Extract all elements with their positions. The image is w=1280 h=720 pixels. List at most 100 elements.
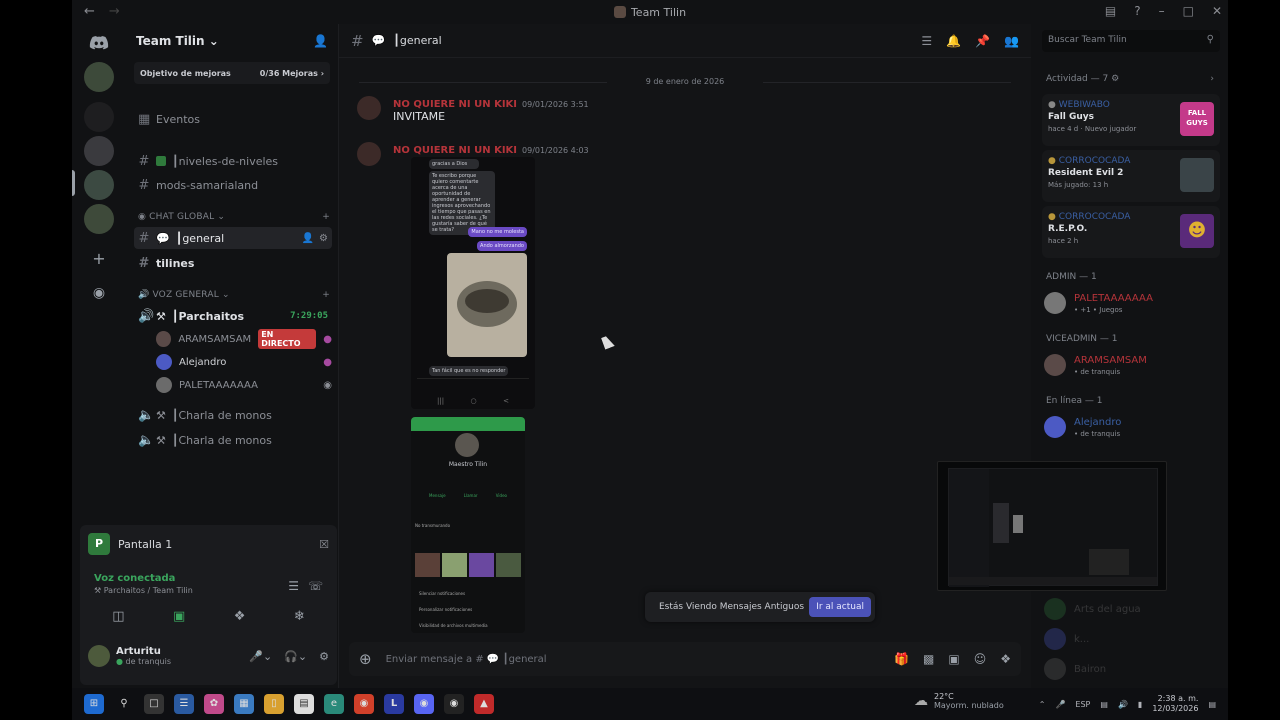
member-offline-1[interactable]: Arts del agua: [1044, 592, 1141, 626]
member-aramsamsam[interactable]: ARAMSAMSAM • de tranquis: [1044, 348, 1147, 382]
file-explorer-icon[interactable]: ▯: [264, 694, 284, 714]
close-icon[interactable]: ✕: [1212, 4, 1222, 18]
network-icon[interactable]: ▤: [1100, 700, 1108, 709]
jump-to-present-button[interactable]: Ir al actual: [809, 597, 871, 617]
server-avatar-team-tilin[interactable]: [84, 204, 114, 234]
threads-icon[interactable]: ☰: [921, 34, 932, 48]
add-server-icon[interactable]: +: [84, 244, 114, 274]
app-icon-red[interactable]: ▲: [474, 694, 494, 714]
gear-icon[interactable]: ⚙: [319, 650, 329, 663]
channel-niveles[interactable]: # ┃niveles-de-niveles: [134, 150, 332, 172]
obs-icon[interactable]: ◉: [444, 694, 464, 714]
server-avatar-2[interactable]: [84, 102, 114, 132]
windows-start-icon[interactable]: ⊞: [84, 694, 104, 714]
minimize-icon[interactable]: –: [1159, 4, 1165, 18]
category-chat-global[interactable]: ◉ CHAT GLOBAL ⌄ +: [138, 212, 330, 222]
voice-channel-parchaitos[interactable]: 🔊 ⚒ ┃Parchaitos 7:29:05: [134, 305, 332, 327]
camera-off-icon[interactable]: ◫: [112, 609, 124, 624]
battery-icon[interactable]: ▮: [1138, 700, 1142, 709]
server-header[interactable]: Team Tilin ⌄ 👤: [126, 24, 338, 58]
app-icon-1[interactable]: ☰: [174, 694, 194, 714]
activities-icon[interactable]: ❖: [234, 609, 246, 624]
app-icon-l[interactable]: L: [384, 694, 404, 714]
microphone-icon[interactable]: 🎤⌄: [249, 650, 272, 663]
close-icon[interactable]: ☒: [319, 538, 329, 551]
server-avatar-1[interactable]: [84, 62, 114, 92]
screen-share-preview[interactable]: [937, 461, 1167, 591]
clock[interactable]: 2:38 a. m. 12/03/2026: [1152, 694, 1198, 714]
noise-suppression-icon[interactable]: ☰: [288, 579, 299, 593]
pin-icon[interactable]: 📌: [975, 34, 990, 48]
channel-mods[interactable]: # mods-samarialand: [134, 174, 332, 196]
sticker-icon[interactable]: ▣: [948, 652, 959, 666]
gift-icon[interactable]: 🎁: [894, 652, 909, 666]
gif-icon[interactable]: ▩: [923, 652, 934, 666]
search-input[interactable]: Buscar Team Tilin ⚲: [1042, 30, 1220, 52]
activity-card-1[interactable]: ● WEBIWABO Fall Guys hace 4 d · Nuevo ju…: [1042, 94, 1220, 146]
weather-widget[interactable]: ☁ 22°C Mayorm. nublado: [914, 692, 1004, 710]
member-offline-3[interactable]: Bairon: [1044, 652, 1106, 686]
server-avatar-4[interactable]: [84, 170, 114, 200]
events-item[interactable]: ▦ Eventos: [134, 108, 332, 130]
bell-icon[interactable]: 🔔: [946, 34, 961, 48]
members-icon[interactable]: 👥: [1004, 34, 1019, 48]
voice-user-paleta[interactable]: PALETAAAAAAA ◉: [156, 375, 332, 395]
emoji-icon[interactable]: ☺: [974, 652, 987, 666]
activity-card-2[interactable]: ● CORROCOCADA Resident Evil 2 Más jugado…: [1042, 150, 1220, 202]
invite-icon[interactable]: 👤: [302, 233, 314, 244]
search-icon[interactable]: ⚲: [114, 694, 134, 714]
chevron-right-icon[interactable]: ›: [1210, 74, 1214, 84]
attachment-screenshot-contact[interactable]: Maestro Tilin Mensaje Llamar Video No tran…: [411, 417, 525, 633]
member-alejandro[interactable]: Alejandro • de tranquis: [1044, 410, 1121, 444]
voice-user-alejandro[interactable]: Alejandro ●: [156, 352, 332, 372]
voice-user-aramsamsam[interactable]: ARAMSAMSAM EN DIRECTO ●: [156, 329, 332, 349]
task-view-icon[interactable]: □: [144, 694, 164, 714]
screen-share-card[interactable]: P Pantalla 1 ☒: [88, 533, 329, 555]
hashtag-icon: #: [138, 177, 150, 193]
disconnect-icon[interactable]: ☏: [308, 579, 323, 593]
message-composer[interactable]: ⊕ Enviar mensaje a # 💬 ┃general 🎁 ▩ ▣ ☺ …: [349, 642, 1021, 676]
user-area[interactable]: Arturitu ● de tranquis 🎤⌄ 🎧⌄ ⚙: [88, 645, 329, 667]
help-icon[interactable]: ?: [1134, 4, 1140, 18]
invite-people-icon[interactable]: 👤: [313, 34, 328, 48]
avatar[interactable]: [357, 142, 381, 166]
discord-home-icon[interactable]: [84, 28, 114, 58]
microphone-icon[interactable]: 🎤: [1055, 700, 1065, 709]
avatar: [1044, 416, 1066, 438]
gear-icon[interactable]: ⚙: [319, 233, 328, 244]
add-channel-icon[interactable]: +: [322, 290, 330, 300]
voice-channel-charla-2[interactable]: 🔈 ⚒ ┃Charla de monos: [134, 429, 332, 451]
maximize-icon[interactable]: □: [1183, 4, 1194, 18]
notepad-icon[interactable]: ▤: [294, 694, 314, 714]
activity-card-3[interactable]: ● CORROCOCADA R.E.P.O. hace 2 h ☻: [1042, 206, 1220, 258]
channel-tilines[interactable]: # tilines: [134, 252, 332, 274]
add-channel-icon[interactable]: +: [322, 212, 330, 222]
app-icon-3[interactable]: ▦: [234, 694, 254, 714]
app-icon-2[interactable]: ✿: [204, 694, 224, 714]
apps-icon[interactable]: ❖: [1000, 652, 1011, 666]
server-avatar-3[interactable]: [84, 136, 114, 166]
headphones-icon[interactable]: 🎧⌄: [284, 650, 307, 663]
notification-icon[interactable]: ▤: [1208, 700, 1216, 709]
soundboard-icon[interactable]: ❄: [294, 609, 305, 624]
member-offline-2[interactable]: k...: [1044, 622, 1089, 656]
member-paleta[interactable]: PALETAAAAAAA • +1 • Juegos: [1044, 286, 1153, 320]
chevron-up-icon[interactable]: ⌃: [1039, 700, 1046, 709]
volume-icon[interactable]: 🔊: [1118, 700, 1128, 709]
message-input[interactable]: Enviar mensaje a # 💬 ┃general: [386, 654, 547, 665]
channel-general[interactable]: # 💬 ┃general 👤 ⚙: [134, 227, 332, 249]
language-indicator[interactable]: ESP: [1075, 700, 1090, 709]
edge-icon[interactable]: e: [324, 694, 344, 714]
add-attachment-icon[interactable]: ⊕: [359, 650, 372, 668]
attachment-screenshot-chat[interactable]: gracias a Dios Te escribo porque quiero …: [411, 157, 535, 409]
inbox-icon[interactable]: ▤: [1105, 4, 1116, 18]
avatar[interactable]: [357, 96, 381, 120]
chrome-icon[interactable]: ◉: [354, 694, 374, 714]
discover-icon[interactable]: ◉: [84, 278, 114, 308]
screen-share-icon[interactable]: ▣: [173, 609, 185, 624]
voice-status[interactable]: Voz conectada ⚒ Parchaitos / Team Tilin: [94, 573, 193, 595]
category-voz-general[interactable]: 🔊 VOZ GENERAL ⌄ +: [138, 290, 330, 300]
boost-goal[interactable]: Objetivo de mejoras 0/36 Mejoras ›: [134, 62, 330, 84]
discord-taskbar-icon[interactable]: ◉: [414, 694, 434, 714]
voice-channel-charla-1[interactable]: 🔈 ⚒ ┃Charla de monos: [134, 404, 332, 426]
